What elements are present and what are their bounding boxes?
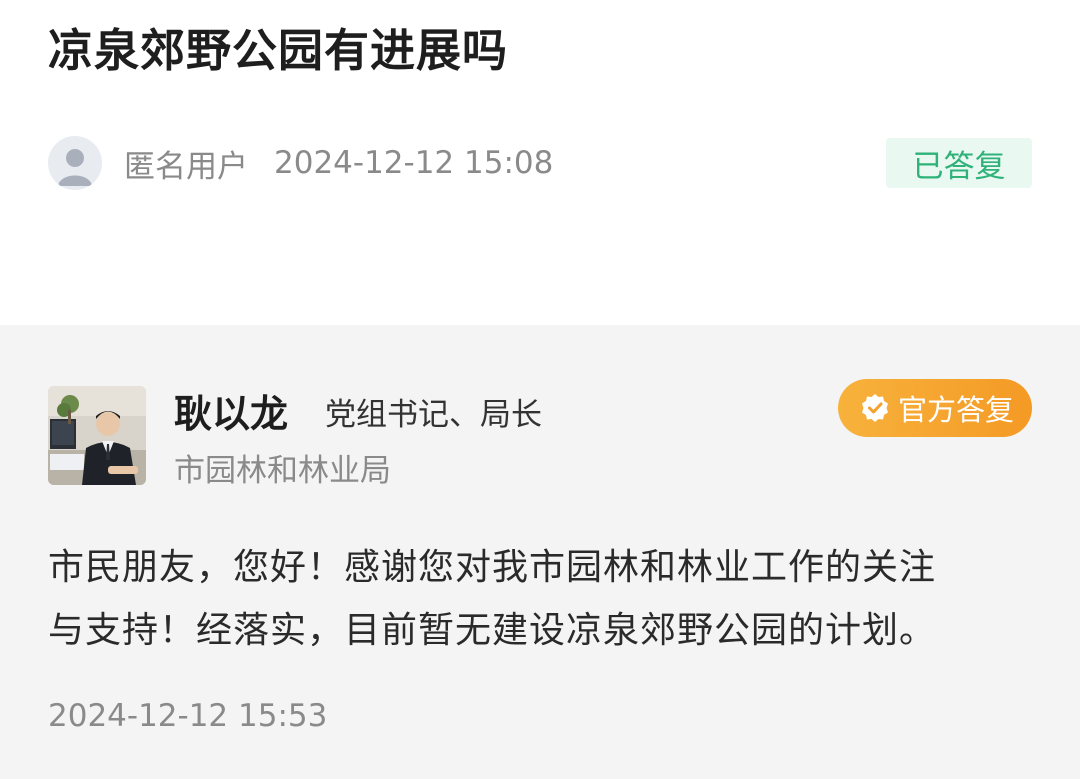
official-reply-label: 官方答复 — [898, 393, 1015, 427]
anonymous-user-icon — [48, 136, 102, 190]
answer-section: 耿以龙 党组书记、局长 市园林和林业局 官方答复 市民朋友，您好！感谢您对我市园… — [0, 325, 1080, 779]
official-avatar[interactable] — [48, 386, 146, 485]
asker-name: 匿名用户 — [124, 148, 248, 185]
verified-check-icon — [860, 393, 890, 423]
reply-line: 市民朋友，您好！感谢您对我市园林和林业工作的关注 — [48, 547, 937, 588]
reply-text: 市民朋友，您好！感谢您对我市园林和林业工作的关注 与支持！经落实，目前暂无建设凉… — [48, 536, 1038, 662]
reply-line: 与支持！经落实，目前暂无建设凉泉郊野公园的计划。 — [48, 610, 937, 651]
reply-timestamp: 2024-12-12 15:53 — [48, 698, 328, 734]
official-reply-badge: 官方答复 — [838, 379, 1032, 437]
asker-info: 匿名用户 2024-12-12 15:08 — [48, 136, 553, 190]
official-title: 党组书记、局长 — [325, 397, 542, 433]
question-section: 凉泉郊野公园有进展吗 匿名用户 2024-12-12 15:08 已答复 — [0, 0, 1080, 325]
official-name: 耿以龙 — [174, 392, 289, 436]
status-badge: 已答复 — [886, 138, 1032, 188]
question-title: 凉泉郊野公园有进展吗 — [48, 24, 509, 77]
question-timestamp: 2024-12-12 15:08 — [274, 145, 554, 181]
official-department: 市园林和林业局 — [174, 453, 391, 489]
